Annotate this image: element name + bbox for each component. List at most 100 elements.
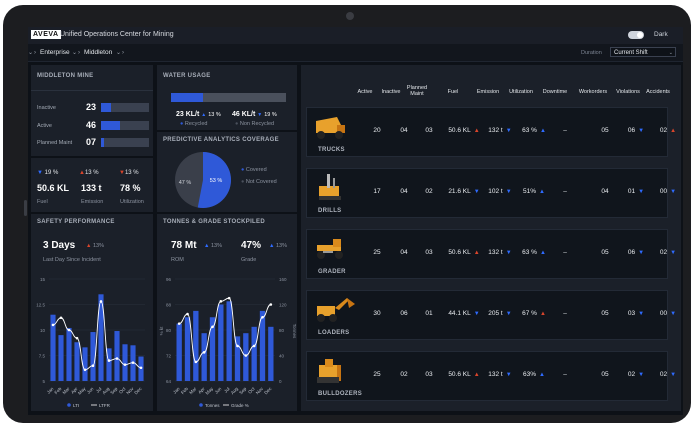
cell-violations: 06 ▼ [621, 249, 651, 256]
screen: AVEVA Unified Operations Center for Mini… [28, 27, 683, 415]
cell-accidents: 00 ▼ [652, 310, 683, 317]
arrow-down-icon: ▼ [670, 311, 677, 317]
kpi-util-label: Utilization [120, 199, 144, 205]
cell-inactive: 04 [390, 127, 418, 134]
y-tick-label: 10 [40, 328, 46, 333]
line-point [83, 368, 87, 372]
y-tick-label: 80 [166, 328, 172, 333]
line-point [99, 300, 103, 303]
mine-value-inactive: 23 [86, 102, 97, 112]
water-bar [171, 93, 286, 102]
legend-line-label: Grade % [231, 403, 249, 408]
divider [31, 156, 153, 158]
bar [74, 342, 80, 381]
line-point [115, 357, 119, 360]
equipment-name: GRADER [318, 269, 346, 275]
divider [31, 90, 153, 91]
cell-value: 06 [400, 310, 408, 317]
arrow-up-icon: ▲ [269, 243, 275, 249]
cell-violations: 03 ▼ [621, 310, 651, 317]
cell-planned: 03 [415, 127, 443, 134]
breadcrumb: ⌄ › Enterprise ⌄ › Middleton ⌄ › Duratio… [28, 44, 683, 62]
safety-subtitle: Last Day Since Incident [43, 257, 101, 263]
mine-bar-inactive [101, 103, 149, 112]
line-point [261, 315, 264, 319]
chevron-down-icon[interactable]: ⌄ [72, 47, 77, 58]
chevron-right-icon: › [78, 50, 80, 56]
arrow-up-icon: ▲ [539, 250, 546, 256]
tonnes-rom-label: ROM [171, 257, 184, 263]
chevron-down-icon[interactable]: ⌄ [116, 47, 121, 58]
chevron-down-icon: ⌄ [668, 50, 673, 56]
cell-value: 21.6 KL [448, 188, 471, 195]
series-line [52, 300, 142, 371]
cell-fuel: 50.6 KL ▲ [444, 127, 484, 134]
water-title: WATER USAGE [163, 73, 211, 79]
y-tick-label-right: 160 [279, 277, 287, 282]
cell-util: 63% ▲ [512, 371, 556, 378]
safety-delta: ▲ 13% [86, 243, 104, 249]
col-utilization: Utilization [509, 89, 533, 95]
table-row[interactable]: BULLDOZERS 25 02 03 50.6 KL ▲ 132 t ▼ 63% ▲ –05 02 ▼… [306, 351, 676, 401]
bar [82, 347, 88, 381]
app-title: Unified Operations Center for Mining [60, 31, 174, 38]
table-row[interactable]: TRUCKS 20 04 03 50.6 KL ▲ 132 t ▼ 63 % ▲ –05 06 ▼ 02 ▲ [306, 107, 676, 157]
cell-util: 63 % ▲ [512, 249, 556, 256]
cell-violations: 06 ▼ [621, 127, 651, 134]
bar [193, 310, 199, 381]
cell-workorders: 05 [591, 371, 619, 378]
chevron-right-icon: › [34, 50, 36, 56]
y-tick-label: 12.5 [36, 303, 45, 308]
cell-value: 63 % [522, 127, 537, 134]
table-row[interactable]: DRILLS 17 04 02 21.6 KL ▼ 102 t ▼ 51% ▲ –04 01 ▼ 00 ▼ [306, 168, 676, 218]
arrow-down-icon: ▼ [505, 372, 512, 378]
kpi-emission-value: 133 t [81, 183, 102, 193]
cell-value: 102 t [488, 188, 503, 195]
mine-value-active: 46 [86, 120, 97, 130]
arrow-up-icon: ▲ [473, 372, 480, 378]
kpi-emission-delta: ▲13 % [79, 170, 99, 176]
duration-select[interactable]: Current Shift ⌄ [610, 47, 676, 57]
duration-value: Current Shift [614, 50, 648, 56]
arrow-down-icon: ▼ [670, 372, 677, 378]
col-accidents: Accidents [646, 89, 670, 95]
line-point [139, 366, 143, 370]
equipment-table: Active Inactive Planned Maint Fuel Emiss… [301, 65, 681, 411]
mine-bar-fill [101, 103, 111, 112]
table-row[interactable]: LOADERS 30 06 01 44.1 KL ▼ 205 t ▼ 67 % ▲ –05 03 ▼ 00… [306, 290, 676, 340]
cell-workorders: 05 [591, 127, 619, 134]
cell-workorders: 04 [591, 188, 619, 195]
y-tick-label: 64 [166, 379, 172, 384]
x-tick-label: Dec [263, 386, 273, 396]
pa-legend-notcovered: ● Not Covered [241, 179, 277, 185]
cell-value: 06 [627, 127, 636, 134]
x-tick-label: Feb [180, 386, 189, 395]
cell-value: 06 [627, 249, 636, 256]
bar [66, 327, 72, 381]
kpi-util-delta: ▼13 % [119, 170, 139, 176]
dark-mode-toggle[interactable] [628, 31, 644, 39]
bar [226, 301, 232, 381]
table-row[interactable]: GRADER 25 04 03 50.6 KL ▲ 132 t ▼ 63 % ▲ –05 06 ▼ 02 ▼ [306, 229, 676, 279]
y-tick-label: 72 [166, 354, 172, 359]
cell-inactive: 04 [390, 249, 418, 256]
breadcrumb-site[interactable]: Middleton [84, 47, 112, 58]
arrow-up-icon: ▲ [539, 128, 546, 134]
cell-accidents: 02 ▼ [652, 371, 683, 378]
mine-label-active: Active [37, 123, 52, 129]
toggle-knob [637, 32, 643, 38]
chevron-down-icon[interactable]: ⌄ [28, 47, 33, 58]
cell-value: 05 [601, 371, 609, 378]
line-point [186, 312, 189, 316]
cell-value: 03 [425, 371, 433, 378]
breadcrumb-enterprise[interactable]: Enterprise [40, 47, 70, 58]
cell-planned: 01 [415, 310, 443, 317]
duration-label: Duration [581, 50, 602, 56]
arrow-down-icon: ▼ [670, 250, 677, 256]
line-point [107, 359, 111, 362]
mine-bar-active [101, 121, 149, 130]
x-tick-label: Jan [172, 386, 181, 395]
legend-bar-label: LTI [73, 403, 79, 408]
cell-value: 03 [627, 310, 636, 317]
kpi-emission-label: Emission [81, 199, 104, 205]
